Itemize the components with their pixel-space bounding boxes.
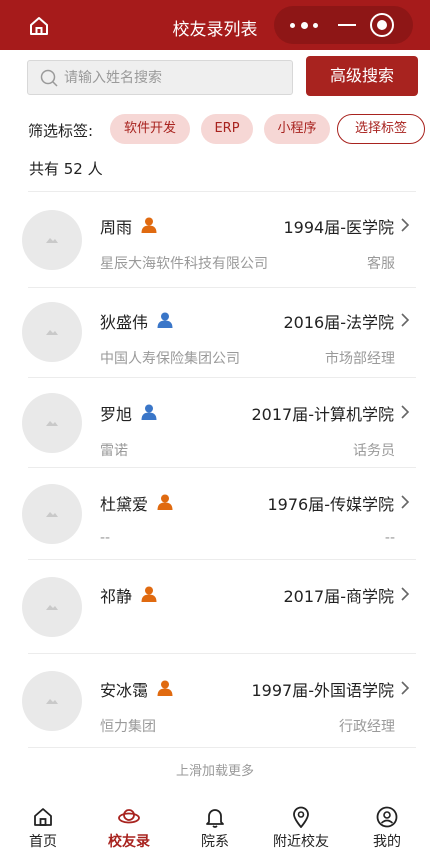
divider: [28, 377, 416, 378]
image-placeholder-icon: [46, 237, 58, 243]
chevron-right-icon: [401, 313, 410, 327]
more-menu-button[interactable]: [290, 18, 318, 32]
avatar: [22, 484, 82, 544]
alumni-list-item[interactable]: 安冰霭 1997届-外国语学院恒力集团 行政经理: [0, 656, 430, 748]
alumni-list-item[interactable]: 罗旭 2017届-计算机学院雷诺 话务员: [0, 380, 430, 468]
chevron-right-icon: [401, 495, 410, 509]
image-placeholder-icon: [46, 421, 58, 426]
tab-alumni[interactable]: 校友录: [89, 800, 169, 852]
home-icon: [34, 808, 52, 826]
image-placeholder-icon: [46, 512, 58, 517]
alumni-job: 客服: [367, 256, 395, 272]
divider: [28, 559, 416, 560]
alumni-list-item[interactable]: 周雨 1994届-医学院星辰大海软件科技有限公司 客服: [0, 193, 430, 288]
alumni-grade-college: 1994届-医学院: [283, 218, 395, 237]
filter-tag[interactable]: 小程序: [264, 114, 330, 144]
search-input[interactable]: [64, 61, 284, 94]
alumni-grade-college: 1997届-外国语学院: [251, 681, 395, 700]
alumni-name: 罗旭: [100, 405, 133, 424]
alumni-name: 周雨: [100, 218, 133, 237]
filter-label: 筛选标签:: [28, 122, 94, 140]
alumni-list-item[interactable]: 祁静 2017届-商学院: [0, 562, 430, 654]
chevron-right-icon: [401, 405, 410, 419]
alumni-name: 狄盛伟: [100, 313, 149, 332]
avatar: [22, 393, 82, 453]
image-placeholder-icon: [46, 699, 58, 704]
bottom-tab-bar: 首页 校友录 院系 附近校友 我的: [0, 800, 430, 852]
avatar: [22, 577, 82, 637]
mini-program-capsule: [274, 6, 413, 44]
tab-home[interactable]: 首页: [3, 800, 83, 852]
person-blue-icon: [141, 404, 157, 420]
alumni-job: 市场部经理: [325, 351, 395, 367]
alumni-grade-college: 2017届-商学院: [283, 587, 395, 606]
alumni-grade-college: 1976届-传媒学院: [267, 495, 395, 514]
bell-icon: [206, 809, 224, 828]
image-placeholder-icon: [46, 605, 58, 610]
alumni-job: 话务员: [353, 443, 395, 459]
result-count: 共有 52 人: [29, 160, 103, 178]
person-orange-icon: [157, 680, 173, 696]
person-blue-icon: [157, 312, 173, 328]
location-icon: [293, 806, 309, 828]
person-orange-icon: [157, 494, 173, 510]
filter-tag[interactable]: 软件开发: [110, 114, 190, 144]
alumni-grade-college: 2016届-法学院: [283, 313, 395, 332]
alumni-grade-college: 2017届-计算机学院: [251, 405, 395, 424]
tab-label: 附近校友: [273, 834, 329, 850]
alumni-company: 中国人寿保险集团公司: [100, 351, 240, 367]
tab-department[interactable]: 院系: [175, 800, 255, 852]
avatar: [22, 671, 82, 731]
filter-tag[interactable]: ERP: [201, 114, 253, 144]
person-orange-icon: [141, 217, 157, 233]
alumni-company: 星辰大海软件科技有限公司: [100, 256, 268, 272]
advanced-search-button[interactable]: 高级搜索: [306, 56, 418, 96]
alumni-name: 祁静: [100, 587, 133, 606]
tab-label: 首页: [29, 834, 57, 850]
avatar: [22, 209, 82, 270]
tab-label: 院系: [201, 834, 229, 850]
chevron-right-icon: [401, 587, 410, 601]
avatar: [22, 302, 82, 362]
alumni-company: 恒力集团: [100, 719, 156, 735]
tab-mine[interactable]: 我的: [347, 800, 427, 852]
search-icon: [40, 69, 58, 87]
minimize-button[interactable]: [338, 24, 356, 26]
chevron-right-icon: [401, 681, 410, 695]
image-placeholder-icon: [46, 330, 58, 335]
alumni-list-item[interactable]: 狄盛伟 2016届-法学院中国人寿保险集团公司 市场部经理: [0, 288, 430, 378]
close-mini-program-button[interactable]: [370, 13, 394, 37]
alumni-name: 杜黛爱: [100, 495, 149, 514]
load-more-hint: 上滑加载更多: [175, 764, 254, 779]
choose-tag-button[interactable]: 选择标签: [337, 114, 425, 144]
chevron-right-icon: [401, 218, 410, 232]
tab-label: 我的: [373, 834, 401, 850]
person-orange-icon: [141, 586, 157, 602]
tab-label: 校友录: [108, 834, 150, 850]
alumni-list-item[interactable]: 杜黛爱 1976届-传媒学院 -- --: [0, 470, 430, 560]
divider: [28, 467, 416, 468]
alumni-company: --: [100, 530, 111, 546]
alumni-job: 行政经理: [339, 719, 395, 735]
alumni-name: 安冰霭: [100, 681, 149, 700]
nav-header: 校友录列表: [0, 0, 430, 50]
alumni-job: --: [384, 530, 395, 546]
user-icon: [376, 806, 398, 828]
alumni-icon: [118, 809, 140, 824]
alumni-company: 雷诺: [100, 443, 128, 459]
divider: [28, 653, 416, 654]
search-box: [27, 60, 293, 95]
divider: [28, 747, 416, 748]
tab-nearby-alumni[interactable]: 附近校友: [261, 800, 341, 852]
divider: [28, 191, 416, 192]
